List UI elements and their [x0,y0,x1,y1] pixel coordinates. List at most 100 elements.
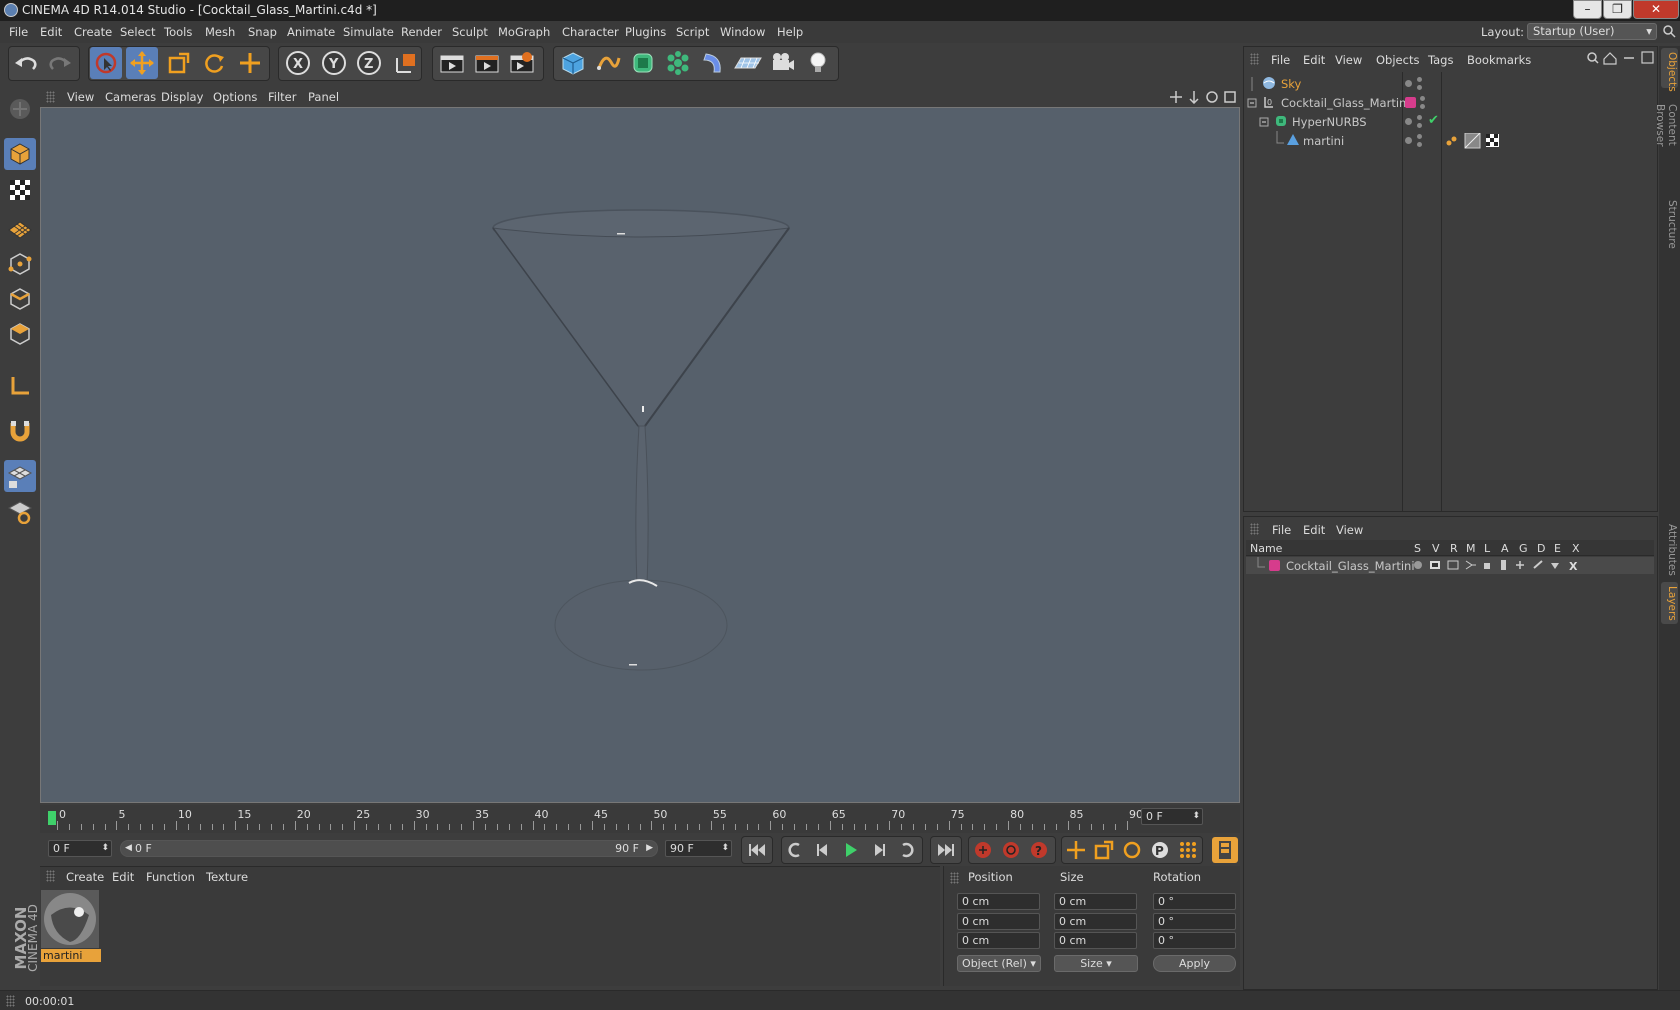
mat-menu-texture[interactable]: Texture [206,870,248,884]
polygons-mode-icon[interactable] [4,318,36,350]
layer-col-x[interactable]: X [1572,542,1580,555]
menu-render[interactable]: Render [401,25,442,39]
material-swatch[interactable]: martini [41,890,101,963]
object-tags[interactable] [1445,133,1505,149]
keyframe-selection-icon[interactable]: ? [1026,837,1052,863]
go-to-end-icon[interactable] [933,837,959,863]
layer-name[interactable]: Cocktail_Glass_Martini [1286,559,1415,573]
coordinate-system-icon[interactable] [390,47,422,79]
object-row-sky[interactable]: Sky [1247,74,1647,93]
previous-frame-icon[interactable] [810,837,836,863]
rotate-tool-icon[interactable] [198,47,230,79]
size-y-field[interactable]: 0 cm [1054,913,1137,930]
object-row-martini[interactable]: martini [1247,131,1647,150]
make-editable-icon[interactable] [4,93,36,125]
apply-button[interactable]: Apply [1153,955,1236,972]
layer-col-r[interactable]: R [1450,542,1458,555]
snap-magnet-icon[interactable] [4,414,36,446]
menu-select[interactable]: Select [120,25,155,39]
tab-attributes[interactable]: Attributes [1661,520,1678,576]
play-forward-icon[interactable] [838,837,864,863]
deformer-icon[interactable] [697,47,729,79]
layer-col-e[interactable]: E [1554,542,1561,555]
previous-key-icon[interactable] [782,837,808,863]
layer-menu-file[interactable]: File [1272,523,1291,537]
object-manager-tools[interactable] [1586,51,1656,65]
render-view-icon[interactable] [436,47,468,79]
points-mode-icon[interactable] [4,248,36,280]
y-axis-lock-icon[interactable]: Y [318,47,350,79]
3d-viewport[interactable] [40,107,1240,803]
obj-menu-file[interactable]: File [1271,53,1290,67]
rotation-p-field[interactable]: 0 ° [1153,913,1236,930]
move-tool-icon[interactable] [126,47,158,79]
layer-menu-edit[interactable]: Edit [1303,523,1325,537]
menu-plugins[interactable]: Plugins [625,25,666,39]
key-position-icon[interactable] [1063,837,1089,863]
position-y-field[interactable]: 0 cm [957,913,1040,930]
record-keys-icon[interactable] [970,837,996,863]
frame-range-slider[interactable]: ◀ 0 F 90 F ▶ [120,840,658,857]
end-frame-field[interactable]: 90 F ⬍ [665,840,732,857]
layer-col-a[interactable]: A [1501,542,1509,555]
x-axis-lock-icon[interactable]: X [282,47,314,79]
go-to-start-icon[interactable] [744,837,770,863]
search-icon[interactable] [1662,24,1676,38]
key-rotation-icon[interactable] [1119,837,1145,863]
menu-file[interactable]: File [9,25,28,39]
key-scale-icon[interactable] [1091,837,1117,863]
maximize-button[interactable]: ❐ [1603,0,1632,19]
layer-color-swatch[interactable] [1269,560,1280,571]
menu-tools[interactable]: Tools [164,25,192,39]
edges-mode-icon[interactable] [4,283,36,315]
menu-script[interactable]: Script [676,25,709,39]
key-parameter-icon[interactable]: P [1147,837,1173,863]
enabled-check-icon[interactable]: ✔ [1428,113,1439,128]
obj-menu-objects[interactable]: Objects [1376,53,1419,67]
live-selection-icon[interactable] [90,47,122,79]
z-axis-lock-icon[interactable]: Z [353,47,385,79]
mat-menu-function[interactable]: Function [146,870,195,884]
undo-icon[interactable] [10,47,42,79]
expand-icon[interactable] [1247,96,1261,110]
render-settings-icon[interactable] [506,47,538,79]
floor-object-icon[interactable] [732,47,764,79]
timeline-ruler[interactable]: 0 5 10 15 20 25 30 35 40 45 50 55 60 65 70 75 80 85 90 [40,805,1240,833]
recent-tool-icon[interactable] [234,47,266,79]
vp-menu-panel[interactable]: Panel [308,90,339,104]
menu-snap[interactable]: Snap [248,25,277,39]
texture-mode-icon[interactable] [4,174,36,206]
key-pla-icon[interactable] [1175,837,1201,863]
layer-row[interactable]: Cocktail_Glass_Martini X [1246,557,1654,574]
obj-menu-tags[interactable]: Tags [1428,53,1453,67]
mat-menu-edit[interactable]: Edit [112,870,134,884]
layer-toggle-icons[interactable]: X [1414,559,1594,572]
cube-object-icon[interactable] [557,47,589,79]
menu-mesh[interactable]: Mesh [205,25,235,39]
layer-col-v[interactable]: V [1432,542,1440,555]
rotation-h-field[interactable]: 0 ° [1153,893,1236,910]
camera-object-icon[interactable] [767,47,799,79]
next-frame-icon[interactable] [866,837,892,863]
menu-simulate[interactable]: Simulate [343,25,394,39]
layer-col-l[interactable]: L [1484,542,1490,555]
position-z-field[interactable]: 0 cm [957,932,1040,949]
vp-menu-filter[interactable]: Filter [268,90,296,104]
menu-sculpt[interactable]: Sculpt [452,25,488,39]
playhead-marker[interactable] [48,811,56,825]
object-row-hypernurbs[interactable]: HyperNURBS ✔ [1247,112,1647,131]
next-key-icon[interactable] [894,837,920,863]
rotation-b-field[interactable]: 0 ° [1153,932,1236,949]
menu-animate[interactable]: Animate [287,25,335,39]
vp-menu-view[interactable]: View [67,90,94,104]
menu-mograph[interactable]: MoGraph [498,25,550,39]
tab-layers[interactable]: Layers [1661,582,1678,624]
size-mode-dropdown[interactable]: Size ▾ [1054,955,1138,972]
size-x-field[interactable]: 0 cm [1054,893,1137,910]
layer-menu-view[interactable]: View [1336,523,1363,537]
object-row-cocktail-glass[interactable]: 0 Cocktail_Glass_Martini [1247,93,1647,112]
menu-window[interactable]: Window [720,25,765,39]
tab-objects[interactable]: Objects [1661,48,1678,92]
tab-structure[interactable]: Structure [1661,196,1678,249]
size-z-field[interactable]: 0 cm [1054,932,1137,949]
